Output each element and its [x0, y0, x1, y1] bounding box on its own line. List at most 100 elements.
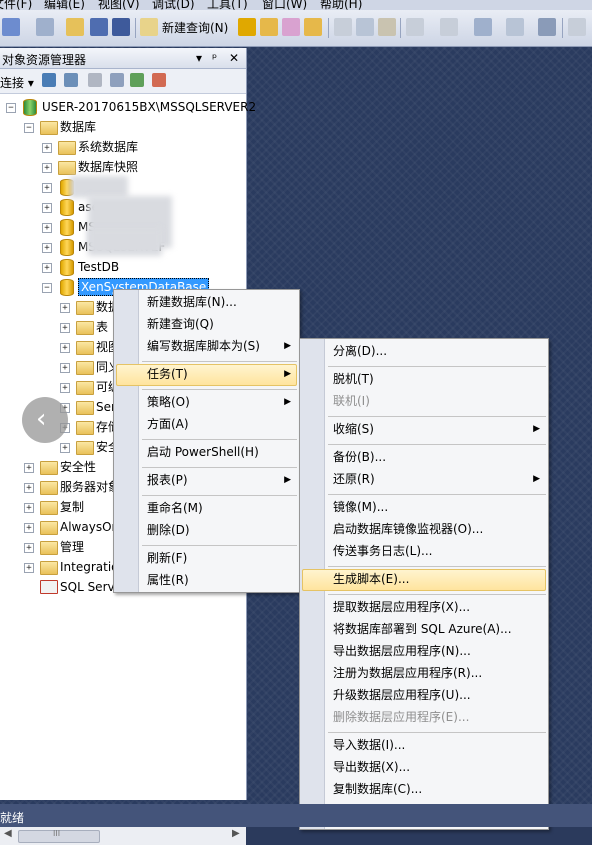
mdx-query-icon[interactable] — [282, 18, 300, 36]
collapse-icon[interactable]: − — [24, 123, 34, 133]
copy-icon[interactable] — [356, 18, 374, 36]
expand-icon[interactable]: + — [60, 343, 70, 353]
menu-view[interactable]: 视图(V) — [98, 0, 140, 10]
tree-node[interactable]: + 系统数据库 — [0, 138, 246, 156]
expand-icon[interactable]: + — [42, 223, 52, 233]
scroll-right-icon[interactable]: ▶ — [232, 828, 240, 839]
menu-edit[interactable]: 编辑(E) — [44, 0, 85, 10]
connect-dropdown[interactable]: 连接 ▾ — [0, 74, 34, 91]
expand-icon[interactable]: + — [42, 243, 52, 253]
menu-item[interactable]: 镜像(M)... — [333, 497, 548, 517]
refresh-icon[interactable] — [130, 73, 144, 87]
activity-monitor-icon[interactable] — [152, 73, 166, 87]
menu-item[interactable]: 收缩(S) ▶ — [333, 419, 548, 439]
undo-icon[interactable] — [406, 18, 424, 36]
menu-item[interactable]: 导出数据层应用程序(N)... — [333, 641, 548, 661]
dmx-query-icon[interactable] — [304, 18, 322, 36]
menu-item[interactable]: 刷新(F) — [147, 548, 299, 568]
menu-item[interactable]: 编写数据库脚本为(S) ▶ — [147, 336, 299, 356]
window-position-icon[interactable]: ▾ — [196, 51, 202, 65]
expand-icon[interactable]: + — [60, 383, 70, 393]
menu-item[interactable]: 分离(D)... — [333, 341, 548, 361]
tree-node[interactable]: − USER-20170615BX\MSSQLSERVER2 — [0, 98, 256, 116]
execute-icon[interactable] — [568, 18, 586, 36]
add-item-icon[interactable] — [36, 18, 54, 36]
menu-item[interactable]: 新建数据库(N)... — [147, 292, 299, 312]
menu-separator — [142, 467, 297, 468]
expand-icon[interactable]: + — [60, 443, 70, 453]
menu-item[interactable]: 属性(R) — [147, 570, 299, 590]
back-navigation-button[interactable]: ‹ — [22, 397, 68, 443]
menu-help[interactable]: 帮助(H) — [320, 0, 362, 10]
menu-window[interactable]: 窗口(W) — [262, 0, 307, 10]
expand-icon[interactable]: + — [60, 303, 70, 313]
menu-file[interactable]: 文件(F) — [0, 0, 32, 10]
close-icon[interactable]: ✕ — [229, 51, 239, 65]
menu-item[interactable]: 任务(T) ▶ — [147, 364, 299, 384]
menu-item[interactable]: 复制数据库(C)... — [333, 779, 548, 799]
menu-item[interactable]: 新建查询(Q) — [147, 314, 299, 334]
expand-icon[interactable]: + — [42, 263, 52, 273]
navigate-icon[interactable] — [474, 18, 492, 36]
collapse-icon[interactable]: − — [6, 103, 16, 113]
menu-item[interactable]: 还原(R) ▶ — [333, 469, 548, 489]
new-query-button[interactable]: 新建查询(N) — [140, 16, 228, 38]
disconnect-icon[interactable] — [64, 73, 78, 87]
menu-item[interactable]: 重命名(M) — [147, 498, 299, 518]
expand-icon[interactable]: + — [24, 543, 34, 553]
menu-debug[interactable]: 调试(D) — [152, 0, 195, 10]
menu-item[interactable]: 导出数据(X)... — [333, 757, 548, 777]
save-icon[interactable] — [90, 18, 108, 36]
expand-icon[interactable]: + — [42, 163, 52, 173]
menu-item[interactable]: 将数据库部署到 SQL Azure(A)... — [333, 619, 548, 639]
scrollbar-thumb[interactable]: III — [18, 829, 100, 843]
redo-icon[interactable] — [440, 18, 458, 36]
menu-item[interactable]: 提取数据层应用程序(X)... — [333, 597, 548, 617]
menu-tools[interactable]: 工具(T) — [207, 0, 248, 10]
menu-item[interactable]: 报表(P) ▶ — [147, 470, 299, 490]
menu-item[interactable]: 删除(D) — [147, 520, 299, 540]
report-icon[interactable] — [538, 18, 556, 36]
scroll-left-icon[interactable]: ◀ — [4, 828, 12, 839]
menu-item[interactable]: 传送事务日志(L)... — [333, 541, 548, 561]
navigate-forward-icon[interactable] — [506, 18, 524, 36]
expand-icon[interactable]: + — [24, 463, 34, 473]
expand-icon[interactable]: + — [42, 203, 52, 213]
menu-item[interactable]: 升级数据层应用程序(U)... — [333, 685, 548, 705]
db-engine-query-icon[interactable] — [238, 18, 256, 36]
pin-icon[interactable]: ᵖ — [212, 51, 217, 65]
standard-toolbar: 新建查询(N) — [0, 10, 592, 47]
expand-icon[interactable]: + — [42, 143, 52, 153]
filter-icon[interactable] — [110, 73, 124, 87]
expand-icon[interactable]: + — [42, 183, 52, 193]
expand-icon[interactable]: + — [24, 503, 34, 513]
menu-item[interactable]: 生成脚本(E)... — [333, 569, 548, 589]
expand-icon[interactable]: + — [24, 523, 34, 533]
menu-item[interactable]: 脱机(T) — [333, 369, 548, 389]
menu-item[interactable]: 注册为数据层应用程序(R)... — [333, 663, 548, 683]
stop-icon[interactable] — [88, 73, 102, 87]
tree-node[interactable]: + 数据库快照 — [0, 158, 246, 176]
save-all-icon[interactable] — [112, 18, 130, 36]
analysis-query-icon[interactable] — [260, 18, 278, 36]
menu-item[interactable]: 导入数据(I)... — [333, 735, 548, 755]
connect-icon[interactable] — [42, 73, 56, 87]
cut-icon[interactable] — [334, 18, 352, 36]
new-project-icon[interactable] — [2, 18, 20, 36]
expand-icon[interactable]: + — [24, 483, 34, 493]
menu-item[interactable]: 备份(B)... — [333, 447, 548, 467]
tree-node[interactable]: − 数据库 — [0, 118, 246, 136]
collapse-icon[interactable]: − — [42, 283, 52, 293]
menu-item[interactable]: 方面(A) — [147, 414, 299, 434]
expand-icon[interactable]: + — [24, 563, 34, 573]
paste-icon[interactable] — [378, 18, 396, 36]
menu-item[interactable]: 策略(O) ▶ — [147, 392, 299, 412]
horizontal-scrollbar[interactable]: ◀ III ▶ — [0, 826, 246, 845]
menu-item[interactable]: 启动 PowerShell(H) — [147, 442, 299, 462]
expand-icon[interactable]: + — [60, 363, 70, 373]
expand-icon[interactable]: + — [60, 323, 70, 333]
menu-item[interactable]: 启动数据库镜像监视器(O)... — [333, 519, 548, 539]
open-file-icon[interactable] — [66, 18, 84, 36]
tree-node[interactable]: + TestDB — [0, 258, 246, 276]
menu-separator — [328, 366, 546, 367]
